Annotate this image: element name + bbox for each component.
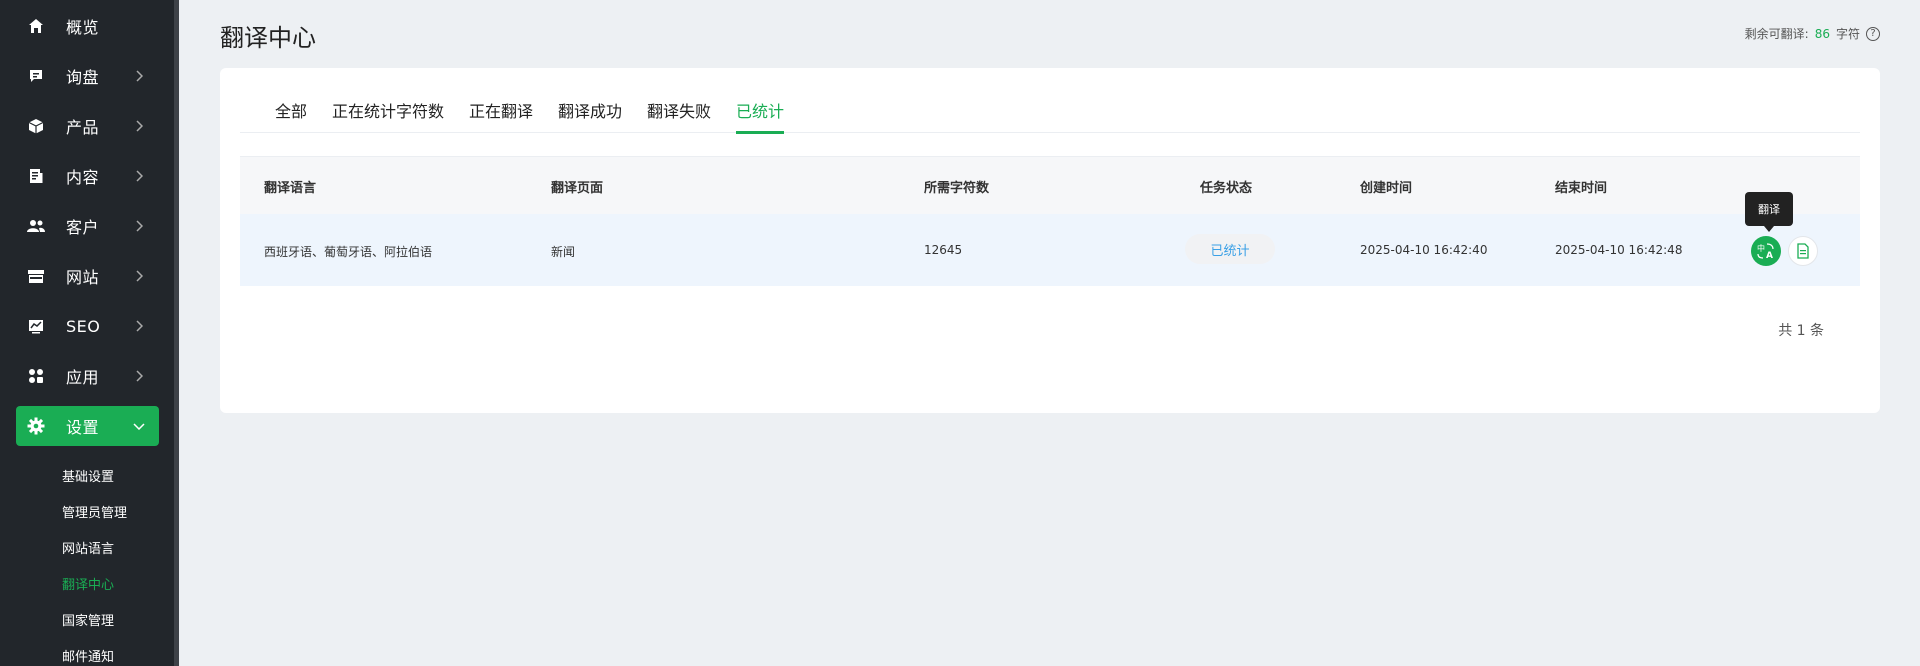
sidebar-item-label: 网站 xyxy=(66,268,100,287)
cell-created: 2025-04-10 16:42:40 xyxy=(1360,243,1488,257)
store-icon xyxy=(26,266,46,286)
chevron-down-icon xyxy=(131,418,147,434)
cell-language: 西班牙语、葡萄牙语、阿拉伯语 xyxy=(264,245,433,259)
sidebar-item-label: 设置 xyxy=(66,418,100,437)
tab-failed[interactable]: 翻译失败 xyxy=(647,98,711,134)
sidebar-item-settings[interactable]: 设置 xyxy=(16,406,159,446)
chevron-right-icon xyxy=(131,368,147,384)
gear-icon xyxy=(26,416,46,436)
sidebar-subitem-translation-center[interactable]: 翻译中心 xyxy=(62,574,114,593)
sidebar-item-products[interactable]: 产品 xyxy=(16,106,159,146)
sidebar-item-seo[interactable]: SEO xyxy=(16,306,159,346)
tab-success[interactable]: 翻译成功 xyxy=(558,98,622,134)
column-header-status: 任务状态 xyxy=(1200,181,1253,196)
chevron-right-icon xyxy=(131,68,147,84)
svg-text:A: A xyxy=(1766,251,1773,260)
quota-value: 86 xyxy=(1814,26,1830,41)
users-icon xyxy=(26,216,46,236)
document-icon xyxy=(1797,243,1809,259)
translation-card: 全部 正在统计字符数 正在翻译 翻译成功 翻译失败 已统计 翻译语言 翻译页面 … xyxy=(220,68,1880,413)
sidebar-item-label: 产品 xyxy=(66,118,100,137)
column-header-created: 创建时间 xyxy=(1360,181,1413,196)
sidebar-item-label: 询盘 xyxy=(66,68,100,87)
sidebar-divider xyxy=(174,0,179,666)
message-icon xyxy=(26,66,46,86)
quota-unit: 字符 xyxy=(1835,27,1860,41)
sidebar-subitem-admin-management[interactable]: 管理员管理 xyxy=(62,502,127,521)
box-icon xyxy=(26,116,46,136)
cell-page: 新闻 xyxy=(551,245,576,259)
tab-translating[interactable]: 正在翻译 xyxy=(469,98,533,134)
sidebar-item-label: 应用 xyxy=(66,368,100,387)
document-icon xyxy=(26,166,46,186)
pagination-total: 共 1 条 xyxy=(1778,323,1824,339)
tab-all[interactable]: 全部 xyxy=(275,98,307,134)
status-badge: 已统计 xyxy=(1185,234,1275,264)
sidebar-item-website[interactable]: 网站 xyxy=(16,256,159,296)
sidebar-item-label: 概览 xyxy=(66,18,100,37)
sidebar: 概览 询盘 产品 内容 客户 网站 SEO 应用 设置 基础设置 管理员管理 网… xyxy=(0,0,174,666)
view-document-button[interactable] xyxy=(1788,236,1818,266)
sidebar-item-customers[interactable]: 客户 xyxy=(16,206,159,246)
home-icon xyxy=(26,16,46,36)
chevron-right-icon xyxy=(131,318,147,334)
chevron-right-icon xyxy=(131,118,147,134)
help-icon[interactable]: ? xyxy=(1866,26,1880,41)
sidebar-subitem-country-management[interactable]: 国家管理 xyxy=(62,610,114,629)
quota-label: 剩余可翻译: xyxy=(1744,27,1809,41)
table-header: 翻译语言 翻译页面 所需字符数 任务状态 创建时间 结束时间 xyxy=(240,156,1860,214)
sidebar-item-label: 内容 xyxy=(66,168,100,187)
translate-tooltip: 翻译 xyxy=(1745,192,1793,232)
translate-icon: 中 A xyxy=(1757,243,1774,260)
sidebar-subitem-email-notification[interactable]: 邮件通知 xyxy=(62,646,114,665)
column-header-chars: 所需字符数 xyxy=(924,181,990,196)
column-header-language: 翻译语言 xyxy=(264,181,317,196)
chart-icon xyxy=(26,316,46,336)
cell-chars: 12645 xyxy=(924,243,963,257)
chevron-right-icon xyxy=(131,268,147,284)
translate-button[interactable]: 中 A xyxy=(1751,236,1781,266)
tab-counted[interactable]: 已统计 xyxy=(736,98,785,134)
chevron-right-icon xyxy=(131,168,147,184)
sidebar-item-label: 客户 xyxy=(66,218,100,237)
sidebar-subitem-site-language[interactable]: 网站语言 xyxy=(62,538,114,557)
sidebar-subitem-basic-settings[interactable]: 基础设置 xyxy=(62,466,114,485)
apps-icon xyxy=(26,366,46,386)
translation-quota: 剩余可翻译: 86 字符 ? xyxy=(1745,25,1880,42)
sidebar-item-content[interactable]: 内容 xyxy=(16,156,159,196)
sidebar-item-inquiry[interactable]: 询盘 xyxy=(16,56,159,96)
status-tabs: 全部 正在统计字符数 正在翻译 翻译成功 翻译失败 已统计 xyxy=(240,68,1860,134)
sidebar-item-apps[interactable]: 应用 xyxy=(16,356,159,396)
chevron-right-icon xyxy=(131,218,147,234)
page-title: 翻译中心 xyxy=(220,24,316,52)
svg-text:中: 中 xyxy=(1757,243,1765,253)
sidebar-item-overview[interactable]: 概览 xyxy=(16,6,159,46)
cell-ended: 2025-04-10 16:42:48 xyxy=(1555,243,1683,257)
translation-table: 翻译语言 翻译页面 所需字符数 任务状态 创建时间 结束时间 西班牙语、葡萄牙语… xyxy=(240,156,1860,286)
table-row: 西班牙语、葡萄牙语、阿拉伯语 新闻 12645 已统计 2025-04-10 1… xyxy=(240,214,1860,286)
column-header-page: 翻译页面 xyxy=(551,181,604,196)
sidebar-item-label: SEO xyxy=(66,316,101,336)
column-header-ended: 结束时间 xyxy=(1555,181,1608,196)
tab-counting[interactable]: 正在统计字符数 xyxy=(332,98,444,134)
